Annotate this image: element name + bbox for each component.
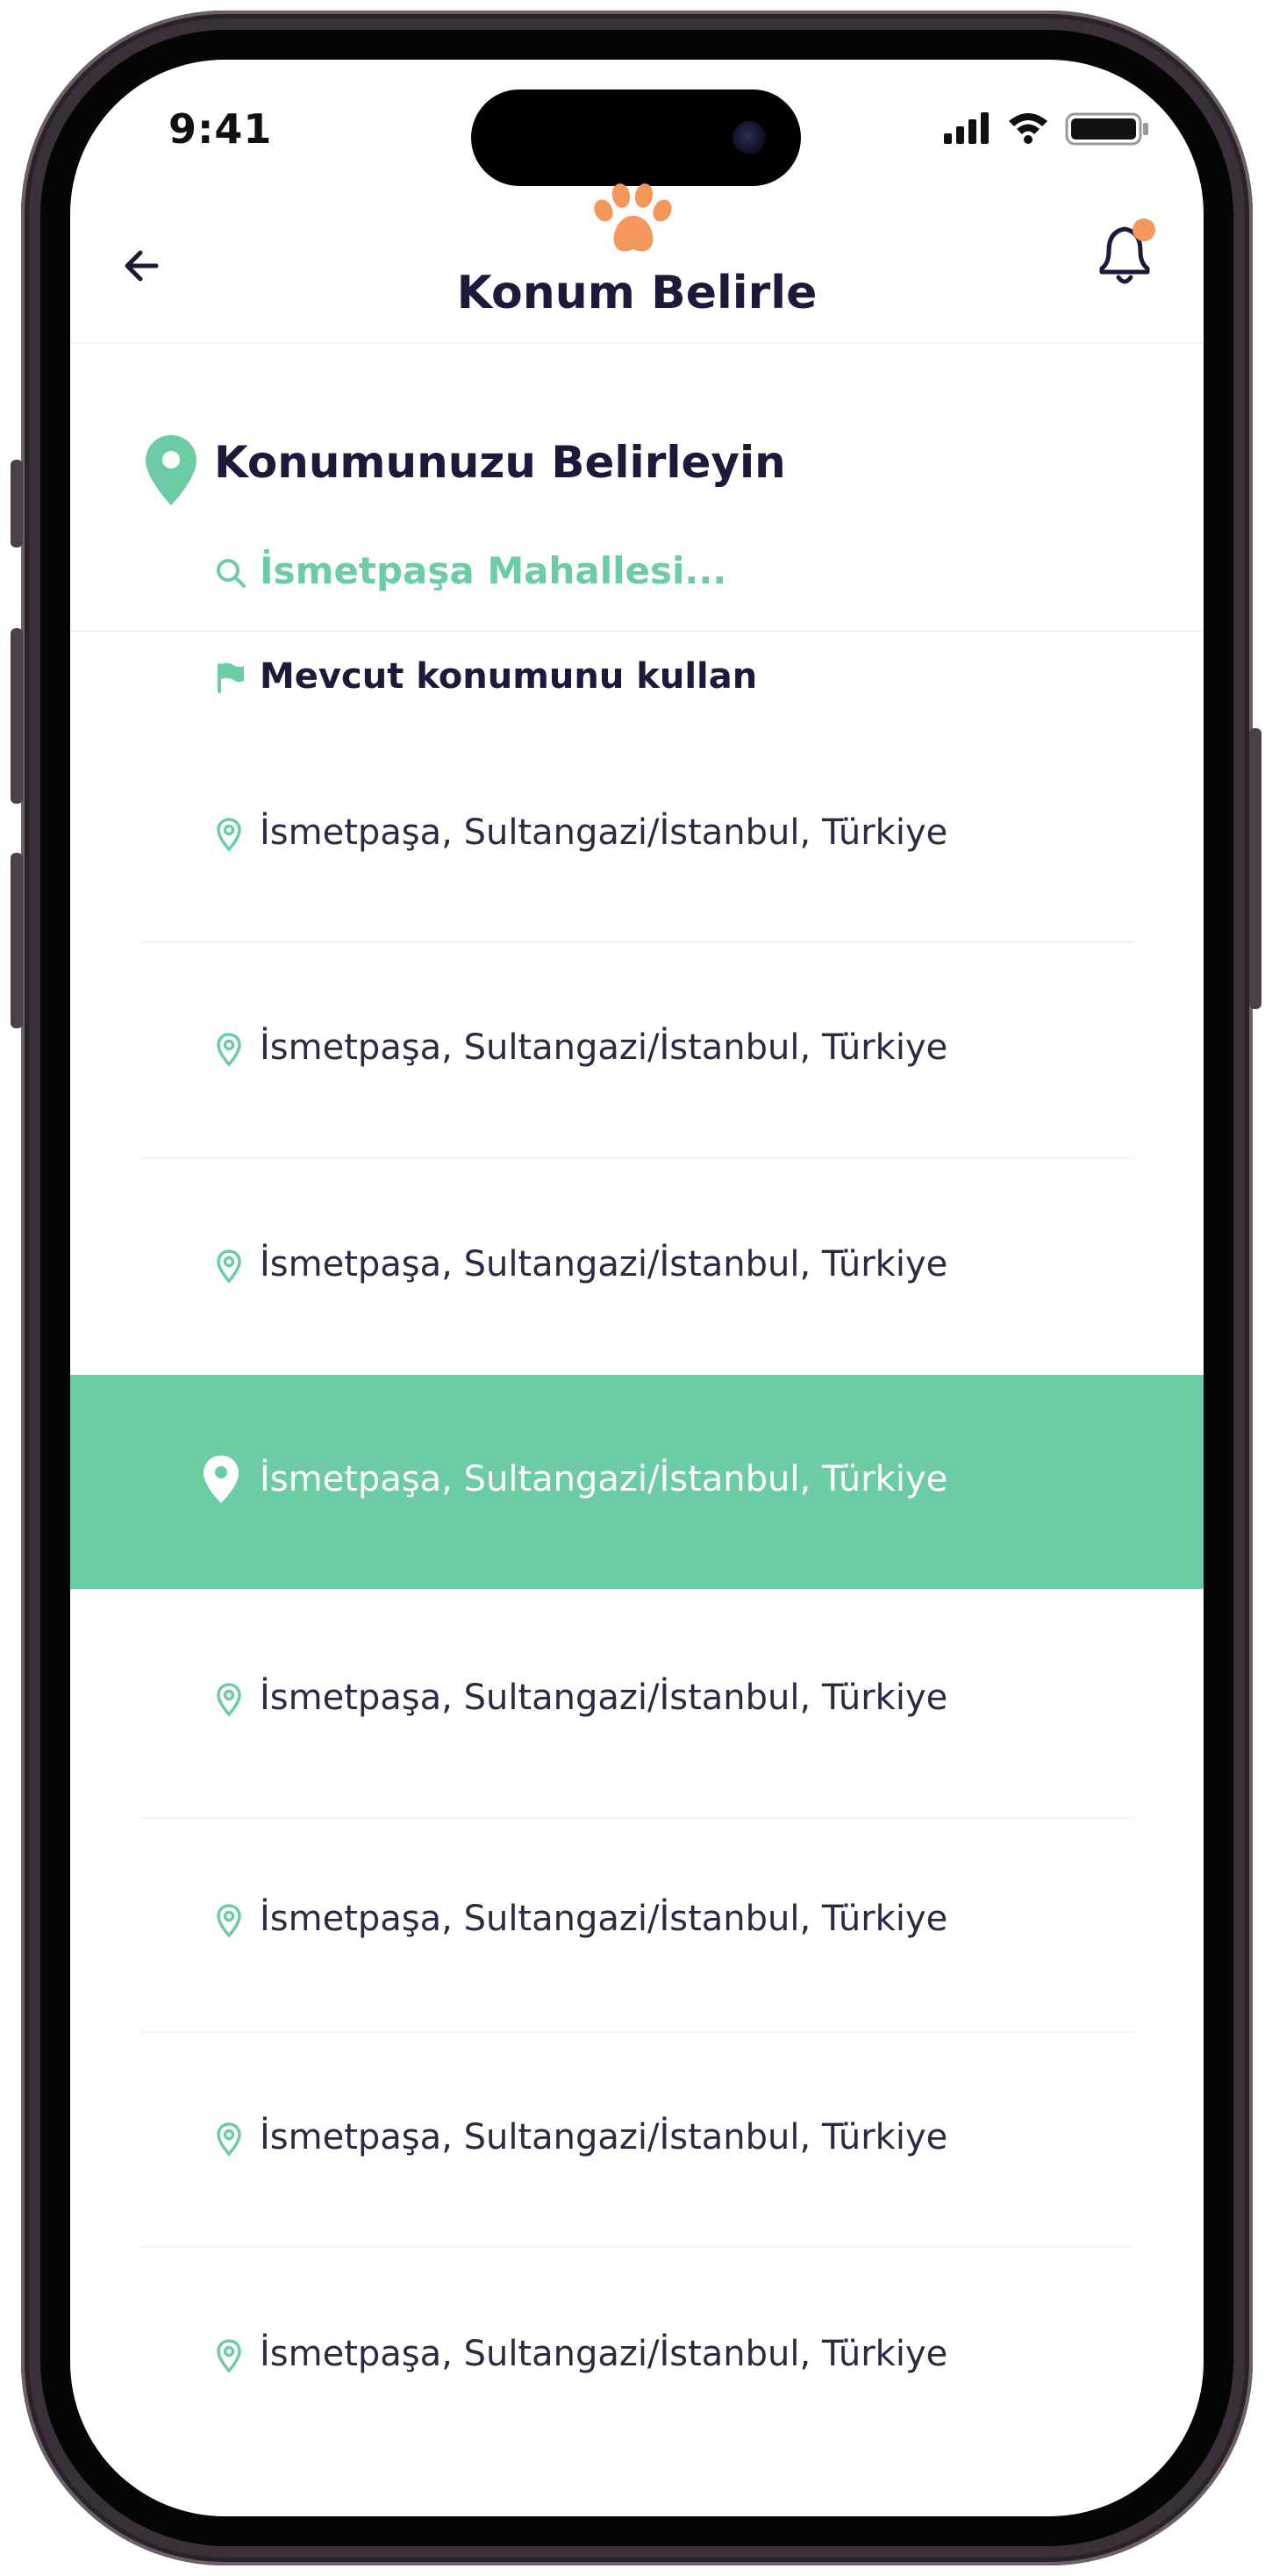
app-screen: 9:41 Konum Belirle Konumunuzu Belirleyin…	[70, 60, 1204, 2516]
nav-divider	[70, 342, 1204, 344]
side-button-volume-up	[11, 628, 23, 804]
list-item[interactable]: İsmetpaşa, Sultangazi/İstanbul, Türkiye	[70, 1593, 1204, 1807]
list-item[interactable]: İsmetpaşa, Sultangazi/İstanbul, Türkiye	[70, 1375, 1204, 1589]
row-divider	[140, 1817, 1133, 1819]
row-divider	[140, 2031, 1133, 2033]
search-icon	[217, 559, 246, 588]
location-pin-icon	[217, 2122, 241, 2157]
notification-dot	[1133, 218, 1155, 241]
location-pin-icon	[204, 1456, 239, 1503]
address-text: İsmetpaşa, Sultangazi/İstanbul, Türkiye	[260, 1244, 948, 1284]
list-item[interactable]: İsmetpaşa, Sultangazi/İstanbul, Türkiye	[70, 2033, 1204, 2247]
search-input[interactable]	[260, 549, 874, 592]
location-pin-icon	[217, 1683, 241, 1717]
status-icons	[944, 112, 1148, 146]
row-divider	[140, 941, 1133, 943]
bell-icon[interactable]	[1090, 214, 1163, 293]
address-text: İsmetpaşa, Sultangazi/İstanbul, Türkiye	[260, 1459, 948, 1499]
dynamic-island	[471, 89, 801, 186]
row-divider	[140, 2246, 1133, 2248]
side-button-volume-down	[11, 853, 23, 1028]
location-pin-icon	[217, 1033, 241, 1067]
address-text: İsmetpaşa, Sultangazi/İstanbul, Türkiye	[260, 1899, 948, 1939]
list-item[interactable]: İsmetpaşa, Sultangazi/İstanbul, Türkiye	[70, 2250, 1204, 2464]
paw-icon	[594, 183, 672, 252]
list-item[interactable]: İsmetpaşa, Sultangazi/İstanbul, Türkiye	[70, 728, 1204, 942]
wifi-icon	[1009, 113, 1047, 144]
location-pin-icon	[217, 818, 241, 852]
address-text: İsmetpaşa, Sultangazi/İstanbul, Türkiye	[260, 1678, 948, 1718]
location-pin-icon	[217, 1904, 241, 1938]
side-button-power	[1249, 728, 1261, 1009]
address-text: İsmetpaşa, Sultangazi/İstanbul, Türkiye	[260, 1027, 948, 1068]
page-title: Konum Belirle	[456, 267, 818, 319]
address-text: İsmetpaşa, Sultangazi/İstanbul, Türkiye	[260, 812, 948, 853]
side-button-mute	[11, 460, 23, 547]
status-time: 9:41	[168, 105, 273, 153]
list-item[interactable]: İsmetpaşa, Sultangazi/İstanbul, Türkiye	[70, 1814, 1204, 2029]
search-divider	[70, 630, 1204, 632]
signal-icon	[944, 112, 989, 144]
battery-icon	[1065, 112, 1148, 146]
front-camera	[732, 121, 766, 154]
list-item[interactable]: İsmetpaşa, Sultangazi/İstanbul, Türkiye	[70, 1160, 1204, 1374]
address-text: İsmetpaşa, Sultangazi/İstanbul, Türkiye	[260, 2117, 948, 2157]
list-item[interactable]: İsmetpaşa, Sultangazi/İstanbul, Türkiye	[70, 943, 1204, 1157]
address-text: İsmetpaşa, Sultangazi/İstanbul, Türkiye	[260, 2334, 948, 2374]
location-pin-icon	[217, 1249, 241, 1284]
location-pin-icon	[146, 435, 197, 505]
section-title: Konumunuzu Belirleyin	[214, 437, 786, 488]
use-current-location-button[interactable]: Mevcut konumunu kullan	[260, 656, 757, 697]
row-divider	[140, 1157, 1133, 1159]
flag-icon	[218, 662, 244, 693]
location-pin-icon	[217, 2339, 241, 2373]
